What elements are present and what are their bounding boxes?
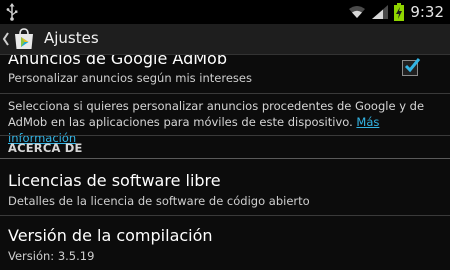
status-icons: 9:32: [348, 2, 444, 22]
divider: [0, 93, 450, 94]
open-source-title: Licencias de software libre: [8, 171, 221, 190]
wifi-icon: [349, 6, 366, 18]
section-header-about: ACERCA DE: [8, 141, 83, 155]
play-store-icon[interactable]: [12, 27, 36, 51]
build-version-title: Versión de la compilación: [8, 226, 213, 245]
divider: [0, 135, 450, 136]
signal-icon: [372, 5, 389, 19]
section-divider: [0, 158, 450, 159]
open-source-licenses-row[interactable]: Licencias de software libre Detalles de …: [0, 161, 450, 213]
settings-list: Anuncios de Google AdMob Personalizar an…: [0, 55, 450, 270]
open-source-summary: Detalles de la licencia de software de c…: [8, 194, 310, 208]
build-version-row[interactable]: Versión de la compilación Versión: 3.5.1…: [0, 217, 450, 270]
battery-charging-icon: [394, 3, 405, 21]
status-bar: 9:32: [0, 0, 450, 24]
status-time: 9:32: [410, 3, 444, 21]
ads-personalization-summary: Personalizar anuncios según mis interese…: [8, 71, 252, 85]
ads-personalization-row[interactable]: Anuncios de Google AdMob Personalizar an…: [0, 55, 450, 91]
ads-info-text: Selecciona si quieres personalizar anunc…: [8, 98, 438, 146]
ads-personalization-title: Anuncios de Google AdMob: [8, 55, 227, 68]
usb-icon: [6, 3, 18, 21]
build-version-summary: Versión: 3.5.19: [8, 249, 95, 263]
checkmark-icon: [404, 58, 421, 73]
divider: [0, 215, 450, 216]
action-bar: Ajustes: [0, 24, 450, 55]
ads-personalization-checkbox[interactable]: [402, 58, 421, 76]
up-chevron-icon[interactable]: [2, 31, 10, 47]
page-title: Ajustes: [44, 29, 99, 47]
